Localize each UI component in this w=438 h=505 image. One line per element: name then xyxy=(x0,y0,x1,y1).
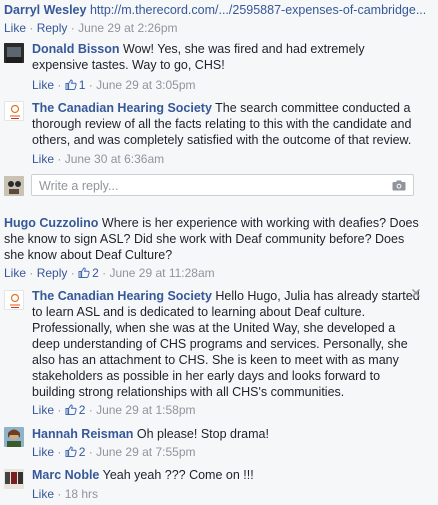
timestamp[interactable]: June 29 at 1:58pm xyxy=(96,403,195,417)
like-button[interactable]: Like xyxy=(32,78,54,92)
chs-logo-icon xyxy=(10,104,20,119)
comment-body: Donald Bisson Wow! Yes, she was fired an… xyxy=(32,41,432,73)
like-button[interactable]: Like xyxy=(32,152,54,166)
comment-text: Hello Hugo, Julia has already started xyxy=(215,289,420,303)
separator: · xyxy=(102,266,107,280)
current-user-avatar xyxy=(4,176,24,196)
like-icon xyxy=(78,267,90,278)
like-button[interactable]: Like xyxy=(32,487,54,501)
comment-actions: Like · June 30 at 6:36am xyxy=(32,151,164,167)
comment-text: stakeholders as possible in her early da… xyxy=(32,369,381,383)
comment-text: thorough review of all the facts relatin… xyxy=(32,117,412,131)
comment-actions: Like · 18 hrs xyxy=(32,486,98,502)
comment-text: she know to sign ASL? Did she work with … xyxy=(4,232,405,246)
avatar-image xyxy=(4,176,24,196)
separator: · xyxy=(88,445,93,459)
like-button[interactable]: Like xyxy=(32,445,54,459)
comment-text: also has an attachment to CHS. She is ke… xyxy=(32,353,399,367)
avatar[interactable] xyxy=(4,290,24,310)
separator: · xyxy=(88,78,93,92)
like-icon xyxy=(65,79,77,90)
comment-author[interactable]: The Canadian Hearing Society xyxy=(32,289,212,303)
avatar[interactable] xyxy=(4,427,24,447)
comment-text: to learn ASL and is dedicated to learnin… xyxy=(32,305,366,319)
comment-author[interactable]: The Canadian Hearing Society xyxy=(32,101,212,115)
comment-text: she know about Deaf Culture? xyxy=(4,248,173,262)
like-icon xyxy=(65,404,77,415)
reply-placeholder: Write a reply... xyxy=(39,179,119,193)
like-icon xyxy=(65,446,77,457)
like-count[interactable]: 1 xyxy=(65,78,85,92)
comment-body: Hannah Reisman Oh please! Stop drama! xyxy=(32,426,269,442)
close-icon[interactable] xyxy=(411,288,421,298)
comment-actions: Like · 2 · June 29 at 1:58pm xyxy=(32,402,195,418)
timestamp[interactable]: June 29 at 11:28am xyxy=(109,266,214,280)
separator: · xyxy=(57,487,62,501)
timestamp[interactable]: June 30 at 6:36am xyxy=(65,152,164,166)
comment-body: The Canadian Hearing Society The search … xyxy=(32,100,436,148)
separator: · xyxy=(29,21,34,35)
separator: · xyxy=(88,403,93,417)
comment-text: Yeah yeah ??? Come on !!! xyxy=(102,468,254,482)
separator: · xyxy=(70,266,75,280)
timestamp[interactable]: June 29 at 3:05pm xyxy=(96,78,195,92)
avatar-image xyxy=(4,43,24,63)
like-count[interactable]: 2 xyxy=(65,445,85,459)
reply-button[interactable]: Reply xyxy=(37,21,68,35)
timestamp[interactable]: June 29 at 2:26pm xyxy=(78,21,177,35)
like-button[interactable]: Like xyxy=(4,266,26,280)
comment-author[interactable]: Donald Bisson xyxy=(32,42,120,56)
comment-text: Oh please! Stop drama! xyxy=(136,427,269,441)
avatar-image xyxy=(4,469,24,489)
avatar-image xyxy=(4,427,24,447)
separator: · xyxy=(57,403,62,417)
avatar[interactable] xyxy=(4,469,24,489)
comment-body: The Canadian Hearing Society Hello Hugo,… xyxy=(32,288,432,400)
comment-actions: Like · 2 · June 29 at 7:55pm xyxy=(32,444,195,460)
reply-button[interactable]: Reply xyxy=(37,266,68,280)
like-count[interactable]: 2 xyxy=(78,266,99,280)
comment-author[interactable]: Marc Noble xyxy=(32,468,99,482)
comment-body: Marc Noble Yeah yeah ??? Come on !!! xyxy=(32,467,254,483)
comment-darryl: Darryl Wesley http://m.therecord.com/...… xyxy=(4,2,438,18)
comment-actions: Like · Reply · 2 · June 29 at 11:28am xyxy=(4,265,215,281)
separator: · xyxy=(57,152,62,166)
reply-input[interactable]: Write a reply... xyxy=(31,174,414,196)
separator: · xyxy=(57,445,62,459)
comment-text: others, and was completely satisfied wit… xyxy=(32,133,412,147)
like-button[interactable]: Like xyxy=(32,403,54,417)
timestamp[interactable]: 18 hrs xyxy=(65,487,98,501)
comment-link[interactable]: http://m.therecord.com/.../2595887-expen… xyxy=(90,3,426,17)
comment-text: The search committee conducted a xyxy=(215,101,411,115)
timestamp[interactable]: June 29 at 7:55pm xyxy=(96,445,195,459)
comment-author[interactable]: Hannah Reisman xyxy=(32,427,133,441)
comment-text: deep understanding of CHS programs and s… xyxy=(32,337,408,351)
comment-text: Where is her experience with working wit… xyxy=(101,216,419,230)
comment-actions: Like · 1 · June 29 at 3:05pm xyxy=(32,77,195,93)
like-count[interactable]: 2 xyxy=(65,403,85,417)
comment-text: Wow! Yes, she was fired and had extremel… xyxy=(123,42,365,56)
camera-icon[interactable] xyxy=(392,180,406,191)
comment-actions: Like · Reply · June 29 at 2:26pm xyxy=(4,20,177,36)
separator: · xyxy=(57,78,62,92)
comment-text: building strong relationships with all C… xyxy=(32,385,345,399)
avatar[interactable] xyxy=(4,101,24,121)
comment-author[interactable]: Hugo Cuzzolino xyxy=(4,216,98,230)
chs-logo-icon xyxy=(10,293,20,308)
comment-author[interactable]: Darryl Wesley xyxy=(4,3,86,17)
avatar[interactable] xyxy=(4,43,24,63)
comment-body: Hugo Cuzzolino Where is her experience w… xyxy=(4,215,436,263)
separator: · xyxy=(29,266,34,280)
comment-text: Professionally, when she was at the Unit… xyxy=(32,321,396,335)
like-button[interactable]: Like xyxy=(4,21,26,35)
separator: · xyxy=(70,21,75,35)
comment-text: expensive tastes. Way to go, CHS! xyxy=(32,58,225,72)
